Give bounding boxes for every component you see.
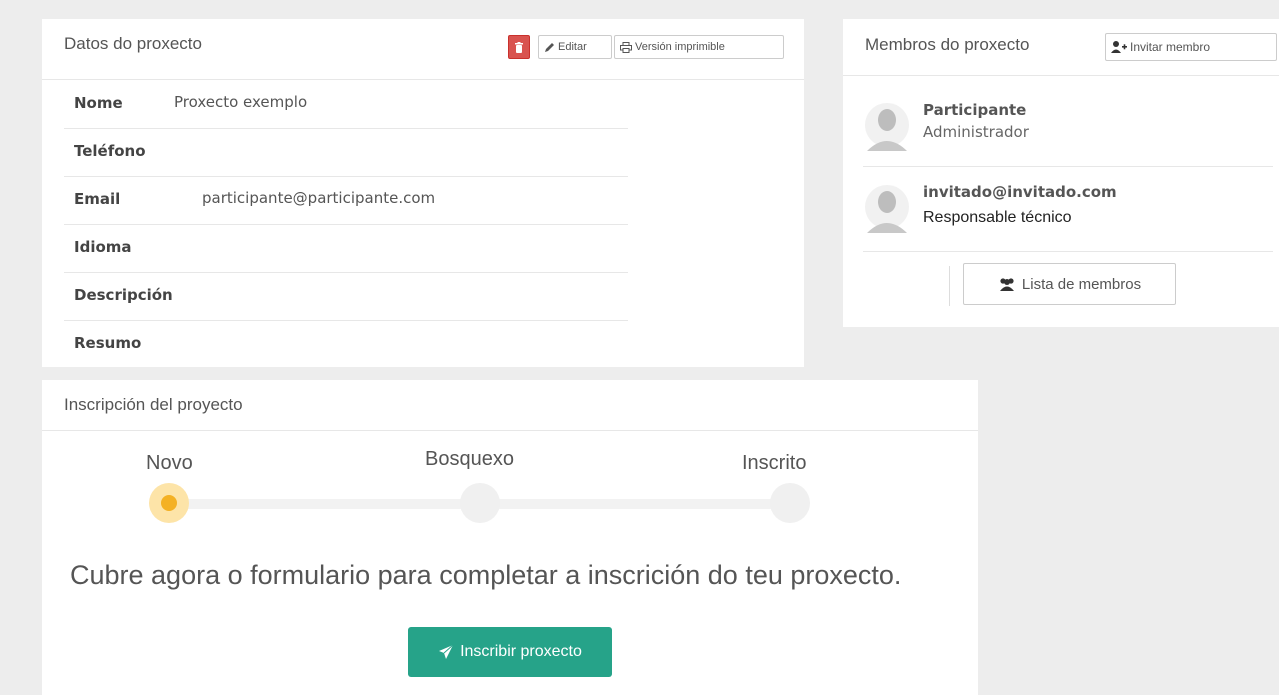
project-panel-title: Datos do proxecto <box>64 34 202 53</box>
step-label-draft: Bosquexo <box>425 448 514 470</box>
print-button-label: Versión imprimible <box>635 41 725 53</box>
step-label-registered: Inscrito <box>742 452 807 474</box>
member-name: invitado@invitado.com <box>923 183 1117 201</box>
inscription-panel-title: Inscripción del proyecto <box>64 395 243 414</box>
inscription-panel-header: Inscripción del proyecto <box>42 380 978 431</box>
info-label: Email <box>74 190 121 208</box>
submit-inscription-button[interactable]: Inscribir proxecto <box>408 627 612 677</box>
print-version-button[interactable]: Versión imprimible <box>614 35 784 59</box>
info-label: Resumo <box>74 334 142 352</box>
trash-icon <box>515 41 523 53</box>
info-row-phone: Teléfono <box>64 129 628 177</box>
info-value: Proxecto exemplo <box>174 93 308 111</box>
delete-button[interactable] <box>508 35 530 59</box>
step-dot-new <box>149 483 189 523</box>
inscription-message: Cubre agora o formulario para completar … <box>70 560 902 590</box>
paper-plane-icon <box>439 644 454 659</box>
member-role: Administrador <box>923 123 1029 141</box>
print-icon <box>620 41 632 53</box>
users-icon <box>999 278 1014 291</box>
step-dot-registered <box>770 483 810 523</box>
member-name: Participante <box>923 101 1027 119</box>
project-info-table: Nome Proxecto exemplo Teléfono Email par… <box>64 81 628 368</box>
step-dot-draft <box>460 483 500 523</box>
members-panel-header: Membros do proxecto Invitar membro <box>843 19 1279 76</box>
member-item[interactable]: Participante Administrador <box>863 101 1273 171</box>
invite-member-button[interactable]: Invitar membro <box>1105 33 1277 61</box>
members-list-button[interactable]: Lista de membros <box>963 263 1176 305</box>
inscription-panel: Inscripción del proyecto Novo Bosquexo I… <box>42 380 978 695</box>
avatar <box>865 185 909 233</box>
edit-button[interactable]: Editar <box>538 35 612 59</box>
project-members-panel: Membros do proxecto Invitar membro Parti… <box>843 19 1279 327</box>
info-row-name: Nome Proxecto exemplo <box>64 81 628 129</box>
project-data-panel: Datos do proxecto Editar Versión imprimi… <box>42 19 804 367</box>
info-row-description: Descripción <box>64 273 628 321</box>
submit-inscription-label: Inscribir proxecto <box>460 643 582 660</box>
member-divider <box>863 251 1273 252</box>
member-divider <box>863 166 1273 167</box>
info-row-summary: Resumo <box>64 321 628 368</box>
info-value: participante@participante.com <box>202 189 436 207</box>
user-plus-icon <box>1111 41 1127 53</box>
member-item[interactable]: invitado@invitado.com Responsable técnic… <box>863 183 1273 253</box>
edit-button-label: Editar <box>558 41 587 53</box>
vertical-divider <box>949 266 950 306</box>
info-label: Idioma <box>74 238 132 256</box>
member-role: Responsable técnico <box>923 209 1072 226</box>
avatar <box>865 103 909 151</box>
info-label: Nome <box>74 94 123 112</box>
project-panel-header: Datos do proxecto Editar Versión imprimi… <box>42 19 804 80</box>
invite-member-label: Invitar membro <box>1130 40 1211 54</box>
pencil-icon <box>545 42 554 52</box>
members-list-label: Lista de membros <box>1021 275 1142 293</box>
info-row-email: Email participante@participante.com <box>64 177 628 225</box>
step-label-new: Novo <box>146 452 193 474</box>
info-label: Descripción <box>74 286 173 304</box>
info-label: Teléfono <box>74 142 146 160</box>
members-panel-title: Membros do proxecto <box>865 35 1030 54</box>
info-row-language: Idioma <box>64 225 628 273</box>
